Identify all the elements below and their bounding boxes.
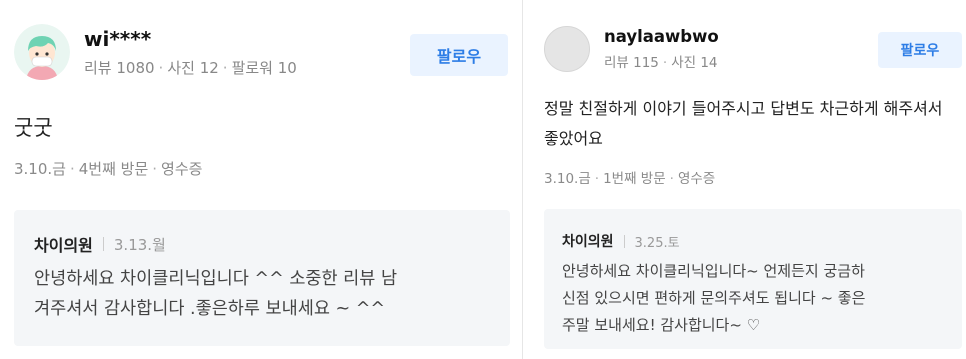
reply-divider [623, 234, 625, 248]
visit-meta: 3.10.금 · 4번째 방문 · 영수증 [14, 158, 202, 179]
separator-dot: · [158, 58, 164, 77]
default-avatar-icon [545, 27, 589, 71]
receipt-label: 영수증 [161, 160, 203, 178]
follower-count: 팔로워 10 [231, 58, 297, 77]
reply-line: 주말 보내세요! 감사합니다~ ♡ [562, 316, 761, 334]
follow-button[interactable]: 팔로우 [410, 34, 508, 76]
reply-text: 안녕하세요 차이클리닉입니다~ 언제든지 궁금하 신점 있으시면 편하게 문의주… [562, 258, 944, 339]
review-card: naylaawbwo 리뷰 115 · 사진 14 팔로우 정말 친절하게 이야기 … [524, 0, 966, 359]
review-count: 리뷰 115 [604, 55, 659, 71]
photo-count: 사진 12 [167, 58, 219, 77]
separator-dot: · [662, 55, 668, 71]
visit-count: 1번째 방문 [603, 171, 666, 187]
visit-meta: 3.10.금 · 1번째 방문 · 영수증 [544, 167, 715, 187]
reviewer-profile[interactable]: wi**** 리뷰 1080 · 사진 12 · 팔로워 10 [14, 24, 297, 80]
avatar-character-icon [14, 24, 70, 80]
avatar[interactable] [14, 24, 70, 80]
visit-count: 4번째 방문 [78, 160, 149, 178]
receipt-label: 영수증 [677, 171, 716, 187]
reviewer-profile[interactable]: naylaawbwo 리뷰 115 · 사진 14 [544, 26, 719, 72]
reply-header: 차이의원 3.13.월 [34, 232, 490, 256]
reply-line: 안녕하세요 차이클리닉입니다 ^^ 소중한 리뷰 남 [34, 269, 398, 289]
reviewer-nickname[interactable]: naylaawbwo [604, 27, 719, 46]
separator-dot: · [69, 160, 75, 178]
separator-dot: · [222, 58, 228, 77]
reply-divider [102, 237, 104, 251]
avatar[interactable] [544, 26, 590, 72]
column-divider [522, 0, 523, 359]
review-count: 리뷰 1080 [84, 58, 155, 77]
reviewer-stats: 리뷰 1080 · 사진 12 · 팔로워 10 [84, 57, 297, 78]
reply-line: 안녕하세요 차이클리닉입니다~ 언제든지 궁금하 [562, 262, 865, 280]
reviewer-nickname[interactable]: wi**** [84, 27, 297, 51]
reply-date: 3.13.월 [113, 235, 166, 254]
visit-date: 3.10.금 [544, 171, 591, 187]
separator-dot: · [594, 171, 600, 187]
reply-header: 차이의원 3.25.토 [562, 231, 944, 251]
review-text: 굿굿 [14, 116, 53, 140]
owner-reply: 차이의원 3.13.월 안녕하세요 차이클리닉입니다 ^^ 소중한 리뷰 남 겨… [14, 210, 510, 346]
reply-author: 차이의원 [562, 234, 614, 250]
reply-line: 겨주셔서 감사합니다 .좋은하루 보내세요 ~ ^^ [34, 299, 386, 319]
visit-date: 3.10.금 [14, 160, 66, 178]
reviewer-stats: 리뷰 115 · 사진 14 [604, 51, 719, 71]
follow-button[interactable]: 팔로우 [878, 32, 962, 68]
reply-author: 차이의원 [34, 236, 93, 255]
reply-date: 3.25.토 [634, 235, 680, 251]
review-card: wi**** 리뷰 1080 · 사진 12 · 팔로워 10 팔로우 굿굿 3.10.… [0, 0, 522, 359]
review-text: 정말 친절하게 이야기 들어주시고 답변도 차근하게 해주셔서 좋았어요 [544, 99, 943, 148]
reply-line: 신점 있으시면 편하게 문의주셔도 됩니다 ~ 좋은 [562, 289, 866, 307]
owner-reply: 차이의원 3.25.토 안녕하세요 차이클리닉입니다~ 언제든지 궁금하 신점 … [544, 209, 962, 349]
reply-text: 안녕하세요 차이클리닉입니다 ^^ 소중한 리뷰 남 겨주셔서 감사합니다 .좋… [34, 264, 490, 324]
separator-dot: · [152, 160, 158, 178]
separator-dot: · [669, 171, 674, 187]
photo-count: 사진 14 [671, 55, 718, 71]
